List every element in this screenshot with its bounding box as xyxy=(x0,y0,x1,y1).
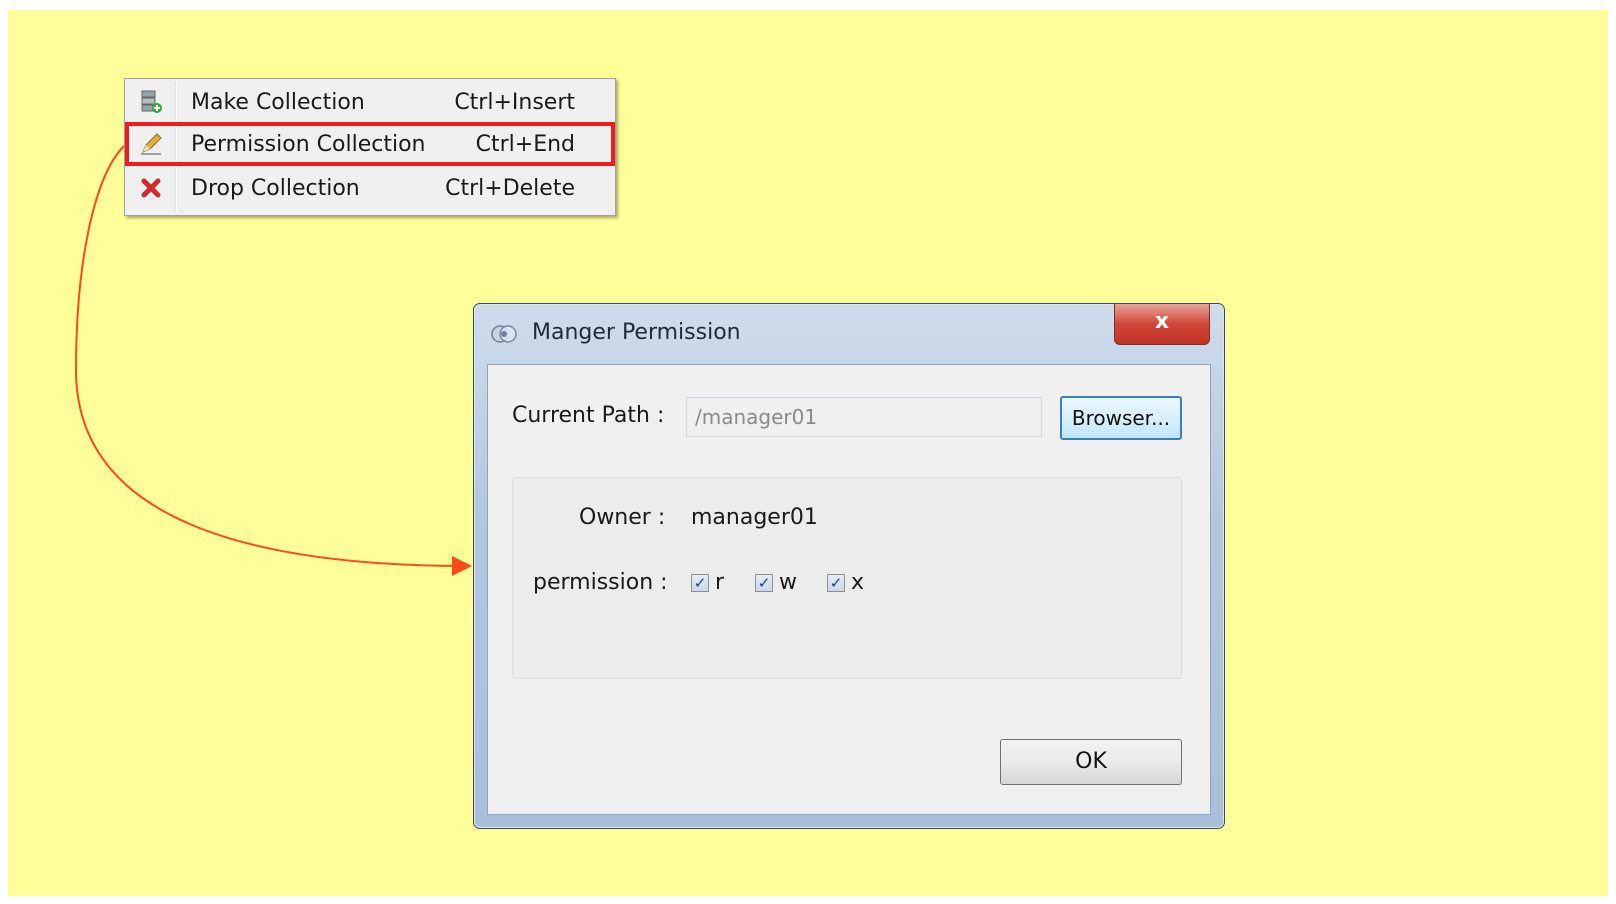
checkbox-execute[interactable]: ✓ xyxy=(827,574,845,592)
checkbox-write[interactable]: ✓ xyxy=(755,574,773,592)
permission-dialog: Manger Permission x Current Path : /mana… xyxy=(473,303,1225,829)
ok-button[interactable]: OK xyxy=(1000,739,1182,785)
owner-label: Owner : xyxy=(579,505,666,530)
dialog-title: Manger Permission xyxy=(532,320,741,345)
permission-label: permission : xyxy=(533,570,668,595)
current-path-label: Current Path : xyxy=(512,403,665,428)
current-path-input[interactable]: /manager01 xyxy=(686,397,1042,437)
checkbox-execute-label: x xyxy=(851,570,865,595)
browser-button[interactable]: Browser... xyxy=(1060,396,1182,440)
checkbox-read-label: r xyxy=(715,570,725,595)
checkbox-write-label: w xyxy=(779,570,797,595)
close-icon: x xyxy=(1154,309,1170,334)
close-button[interactable]: x xyxy=(1114,304,1210,345)
checkbox-read[interactable]: ✓ xyxy=(691,574,709,592)
permission-group: Owner : manager01 permission : ✓ r ✓ w ✓… xyxy=(512,477,1182,679)
app-icon xyxy=(490,320,518,348)
dialog-client-area: Current Path : /manager01 Browser... Own… xyxy=(487,364,1211,815)
owner-value: manager01 xyxy=(691,505,818,530)
